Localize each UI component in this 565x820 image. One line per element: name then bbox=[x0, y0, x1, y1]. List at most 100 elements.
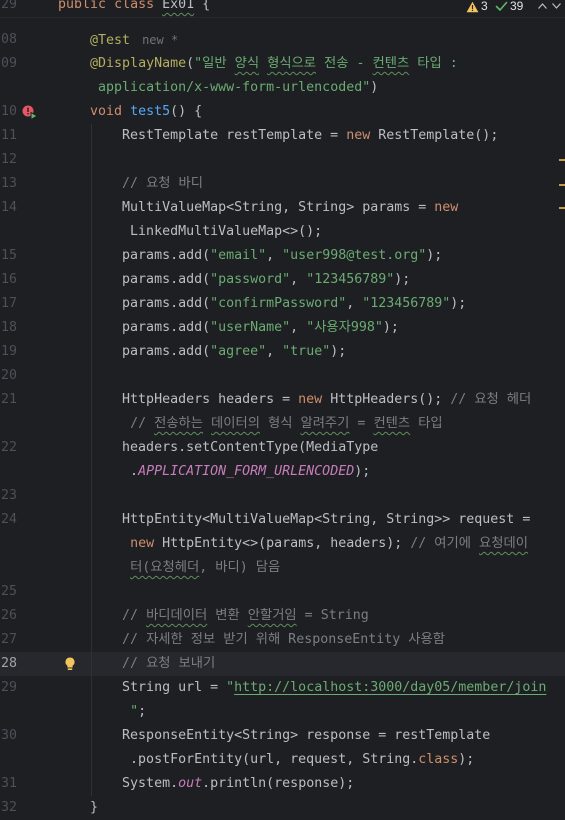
code-text[interactable]: } bbox=[58, 796, 98, 820]
code-text[interactable]: LinkedMultiValueMap<>(); bbox=[58, 220, 322, 244]
code-line-27[interactable]: 27 // 자세한 정보 받기 위해 ResponseEntity 사용함 bbox=[0, 628, 565, 652]
line-number[interactable]: 10 bbox=[0, 100, 17, 124]
url-link[interactable]: http://localhost:3000/day05/member/join bbox=[234, 680, 546, 695]
code-line-16[interactable]: 16 params.add("password", "123456789"); bbox=[0, 268, 565, 292]
code-line-15[interactable]: 15 params.add("email", "user998@test.org… bbox=[0, 244, 565, 268]
code-line-26[interactable]: 26 // 바디데이터 변환 안할거임 = String bbox=[0, 604, 565, 628]
code-line-wrap[interactable]: // 전송하는 데이터의 형식 알려주기 = 컨텐츠 타입 bbox=[0, 412, 565, 436]
code-text[interactable]: params.add("agree", "true"); bbox=[58, 340, 346, 364]
warning-stripe-mark[interactable] bbox=[559, 184, 565, 186]
code-text[interactable]: params.add("userName", "사용자998"); bbox=[58, 316, 399, 340]
line-number[interactable]: 14 bbox=[0, 196, 17, 220]
line-number[interactable]: 32 bbox=[0, 796, 17, 820]
code-text[interactable]: .APPLICATION_FORM_URLENCODED); bbox=[58, 460, 370, 484]
code-text[interactable]: params.add("password", "123456789"); bbox=[58, 268, 410, 292]
warning-icon[interactable] bbox=[466, 1, 479, 13]
chevron-up-icon[interactable] bbox=[537, 2, 548, 10]
code-line-wrap[interactable]: .APPLICATION_FORM_URLENCODED); bbox=[0, 460, 565, 484]
code-text[interactable]: MultiValueMap<String, String> params = n… bbox=[58, 196, 458, 220]
line-number[interactable]: 19 bbox=[0, 340, 17, 364]
line-number[interactable]: 20 bbox=[0, 364, 17, 388]
line-number[interactable]: 26 bbox=[0, 604, 17, 628]
warning-stripe-mark[interactable] bbox=[559, 159, 565, 161]
code-line-wrap[interactable]: .postForEntity(url, request, String.clas… bbox=[0, 748, 565, 772]
code-line-31[interactable]: 31 System.out.println(response); bbox=[0, 772, 565, 796]
author-inlay-hint[interactable]: new * bbox=[142, 33, 178, 47]
line-number[interactable]: 11 bbox=[0, 124, 17, 148]
code-text[interactable]: public class Ex01 { bbox=[58, 0, 210, 17]
code-line-12[interactable]: 12 bbox=[0, 148, 565, 172]
code-text[interactable]: .postForEntity(url, request, String.clas… bbox=[58, 748, 474, 772]
code-line-28[interactable]: 28 // 요청 보내기 bbox=[0, 652, 565, 676]
code-line-18[interactable]: 18 params.add("userName", "사용자998"); bbox=[0, 316, 565, 340]
check-icon[interactable] bbox=[495, 0, 508, 13]
code-line-wrap[interactable]: LinkedMultiValueMap<>(); bbox=[0, 220, 565, 244]
warning-count[interactable]: 3 bbox=[481, 0, 488, 13]
code-line-22[interactable]: 22 headers.setContentType(MediaType bbox=[0, 436, 565, 460]
code-line-24[interactable]: 24 HttpEntity<MultiValueMap<String, Stri… bbox=[0, 508, 565, 532]
error-stripe[interactable] bbox=[558, 0, 565, 820]
line-number[interactable]: 30 bbox=[0, 724, 17, 748]
line-number[interactable]: 17 bbox=[0, 292, 17, 316]
code-line-25[interactable]: 25 bbox=[0, 580, 565, 604]
code-line-wrap[interactable]: new HttpEntity<>(params, headers); // 여기… bbox=[0, 532, 565, 556]
chevron-down-icon[interactable] bbox=[551, 2, 562, 10]
code-line-21[interactable]: 21 HttpHeaders headers = new HttpHeaders… bbox=[0, 388, 565, 412]
code-line-30[interactable]: 30 ResponseEntity<String> response = res… bbox=[0, 724, 565, 748]
code-line-19[interactable]: 19 params.add("agree", "true"); bbox=[0, 340, 565, 364]
code-line-10[interactable]: 10 void test5() { bbox=[0, 100, 565, 124]
code-line-wrap[interactable]: application/x-www-form-urlencoded") bbox=[0, 76, 565, 100]
code-text[interactable]: HttpHeaders headers = new HttpHeaders();… bbox=[58, 388, 531, 412]
line-number[interactable]: 31 bbox=[0, 772, 17, 796]
line-number[interactable]: 18 bbox=[0, 316, 17, 340]
line-number[interactable]: 09 bbox=[0, 52, 17, 76]
code-line-20[interactable]: 20 bbox=[0, 364, 565, 388]
code-lines[interactable]: 08 @Test new * 09 @DisplayName("일반 양식 형식으로… bbox=[0, 28, 565, 820]
code-line-23[interactable]: 23 bbox=[0, 484, 565, 508]
code-editor[interactable]: 29 public class Ex01 { 3 39 08 @Test new… bbox=[0, 0, 565, 820]
code-text[interactable]: params.add("email", "user998@test.org"); bbox=[58, 244, 442, 268]
line-number[interactable]: 22 bbox=[0, 436, 17, 460]
line-number[interactable]: 13 bbox=[0, 172, 17, 196]
code-line-13[interactable]: 13 // 요청 바디 bbox=[0, 172, 565, 196]
code-text[interactable]: application/x-www-form-urlencoded") bbox=[58, 76, 378, 100]
code-line-wrap[interactable]: "; bbox=[0, 700, 565, 724]
code-text[interactable]: new HttpEntity<>(params, headers); // 여기… bbox=[58, 532, 528, 556]
code-text[interactable]: void test5() { bbox=[58, 100, 202, 124]
line-number[interactable]: 28 bbox=[0, 652, 17, 676]
line-number[interactable]: 15 bbox=[0, 244, 17, 268]
line-number[interactable]: 29 bbox=[0, 676, 17, 700]
code-line-09[interactable]: 09 @DisplayName("일반 양식 형식으로 전송 - 컨텐츠 타입 … bbox=[0, 52, 565, 76]
code-text[interactable]: HttpEntity<MultiValueMap<String, String>… bbox=[58, 508, 530, 532]
line-number[interactable]: 12 bbox=[0, 148, 17, 172]
code-text[interactable]: // 요청 바디 bbox=[58, 172, 203, 196]
line-number[interactable]: 08 bbox=[0, 28, 17, 52]
code-text[interactable]: headers.setContentType(MediaType bbox=[58, 436, 378, 460]
code-line-14[interactable]: 14 MultiValueMap<String, String> params … bbox=[0, 196, 565, 220]
run-test-failed-icon[interactable] bbox=[21, 104, 39, 120]
warning-stripe-mark[interactable] bbox=[559, 207, 565, 209]
code-text[interactable]: System.out.println(response); bbox=[58, 772, 354, 796]
code-line-29[interactable]: 29 String url = "http://localhost:3000/d… bbox=[0, 676, 565, 700]
code-text[interactable]: @DisplayName("일반 양식 형식으로 전송 - 컨텐츠 타입 : bbox=[58, 52, 458, 76]
code-line-32[interactable]: 32 } bbox=[0, 796, 565, 820]
code-line-17[interactable]: 17 params.add("confirmPassword", "123456… bbox=[0, 292, 565, 316]
code-text[interactable]: RestTemplate restTemplate = new RestTemp… bbox=[58, 124, 498, 148]
code-text[interactable]: // 요청 보내기 bbox=[58, 652, 215, 676]
code-line-wrap[interactable]: 터(요청헤더, 바디) 담음 bbox=[0, 556, 565, 580]
line-number[interactable]: 25 bbox=[0, 580, 17, 604]
line-number[interactable]: 27 bbox=[0, 628, 17, 652]
code-text[interactable]: // 바디데이터 변환 안할거임 = String bbox=[58, 604, 369, 628]
line-number[interactable]: 16 bbox=[0, 268, 17, 292]
code-line-08[interactable]: 08 @Test new * bbox=[0, 28, 565, 52]
weak-warning-count[interactable]: 39 bbox=[510, 0, 523, 13]
code-text[interactable]: "; bbox=[58, 700, 146, 724]
code-text[interactable]: String url = "http://localhost:3000/day0… bbox=[58, 676, 546, 700]
code-text[interactable]: // 자세한 정보 받기 위해 ResponseEntity 사용함 bbox=[58, 628, 445, 652]
code-text[interactable]: ResponseEntity<String> response = restTe… bbox=[58, 724, 490, 748]
code-text[interactable]: params.add("confirmPassword", "123456789… bbox=[58, 292, 466, 316]
code-text[interactable]: @Test new * bbox=[58, 28, 178, 52]
line-number[interactable]: 21 bbox=[0, 388, 17, 412]
line-number[interactable]: 24 bbox=[0, 508, 17, 532]
line-number[interactable]: 23 bbox=[0, 484, 17, 508]
